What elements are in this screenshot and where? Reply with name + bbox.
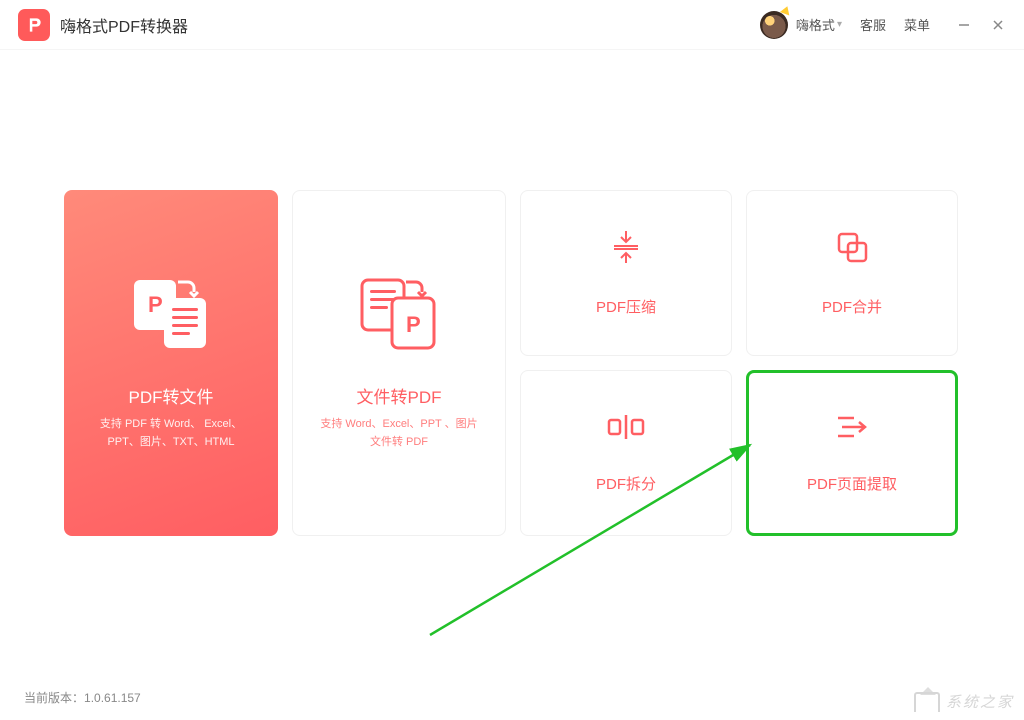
- card-title: 文件转PDF: [357, 383, 442, 408]
- main-content: P PDF转文件 支持 PDF 转 Word、 Excel、PPT、图片、TXT…: [0, 50, 1024, 536]
- minimize-icon: [958, 19, 970, 31]
- file-to-pdf-icon: P: [358, 274, 440, 357]
- svg-text:P: P: [148, 292, 163, 317]
- extract-icon: [834, 412, 870, 447]
- card-subtitle: 支持 Word、Excel、PPT 、图片文件转 PDF: [293, 416, 505, 451]
- watermark: 系统之家: [914, 691, 1014, 712]
- app-logo-icon: [24, 15, 44, 35]
- titlebar: 嗨格式PDF转换器 嗨格式 ▾ 客服 菜单: [0, 0, 1024, 50]
- card-title: PDF页面提取: [807, 473, 897, 494]
- card-title: PDF转文件: [129, 383, 214, 408]
- card-pdf-merge[interactable]: PDF合并: [746, 190, 958, 356]
- menu-link[interactable]: 菜单: [904, 15, 930, 34]
- app-title: 嗨格式PDF转换器: [60, 13, 188, 37]
- watermark-text: 系统之家: [946, 691, 1014, 712]
- card-pdf-compress[interactable]: PDF压缩: [520, 190, 732, 356]
- card-subtitle: 支持 PDF 转 Word、 Excel、PPT、图片、TXT、HTML: [64, 416, 278, 451]
- user-avatar-icon: [760, 11, 788, 39]
- card-title: PDF合并: [822, 296, 882, 317]
- version-footer: 当前版本：1.0.61.157: [24, 689, 141, 706]
- close-button[interactable]: [990, 17, 1006, 33]
- card-file-to-pdf[interactable]: P 文件转PDF 支持 Word、Excel、PPT 、图片文件转 PDF: [292, 190, 506, 536]
- merge-icon: [834, 229, 870, 270]
- compress-icon: [608, 229, 644, 270]
- small-cards-grid: PDF压缩 PDF合并 PDF拆分: [520, 190, 958, 536]
- chevron-down-icon: ▾: [837, 19, 842, 30]
- minimize-button[interactable]: [956, 17, 972, 33]
- username-label: 嗨格式: [796, 15, 835, 34]
- version-label: 当前版本：: [24, 691, 84, 705]
- card-title: PDF压缩: [596, 296, 656, 317]
- card-title: PDF拆分: [596, 473, 656, 494]
- pdf-to-file-icon: P: [130, 274, 212, 357]
- close-icon: [992, 19, 1004, 31]
- svg-text:P: P: [406, 312, 421, 337]
- app-logo: [18, 9, 50, 41]
- card-pdf-split[interactable]: PDF拆分: [520, 370, 732, 536]
- user-menu[interactable]: 嗨格式 ▾: [760, 11, 842, 39]
- version-number: 1.0.61.157: [84, 691, 141, 705]
- window-controls: [956, 17, 1006, 33]
- titlebar-right: 嗨格式 ▾ 客服 菜单: [760, 11, 1006, 39]
- card-pdf-page-extract[interactable]: PDF页面提取: [746, 370, 958, 536]
- card-pdf-to-file[interactable]: P PDF转文件 支持 PDF 转 Word、 Excel、PPT、图片、TXT…: [64, 190, 278, 536]
- watermark-icon: [914, 692, 940, 712]
- support-link[interactable]: 客服: [860, 15, 886, 34]
- split-icon: [606, 412, 646, 447]
- large-cards-col: P PDF转文件 支持 PDF 转 Word、 Excel、PPT、图片、TXT…: [64, 190, 506, 536]
